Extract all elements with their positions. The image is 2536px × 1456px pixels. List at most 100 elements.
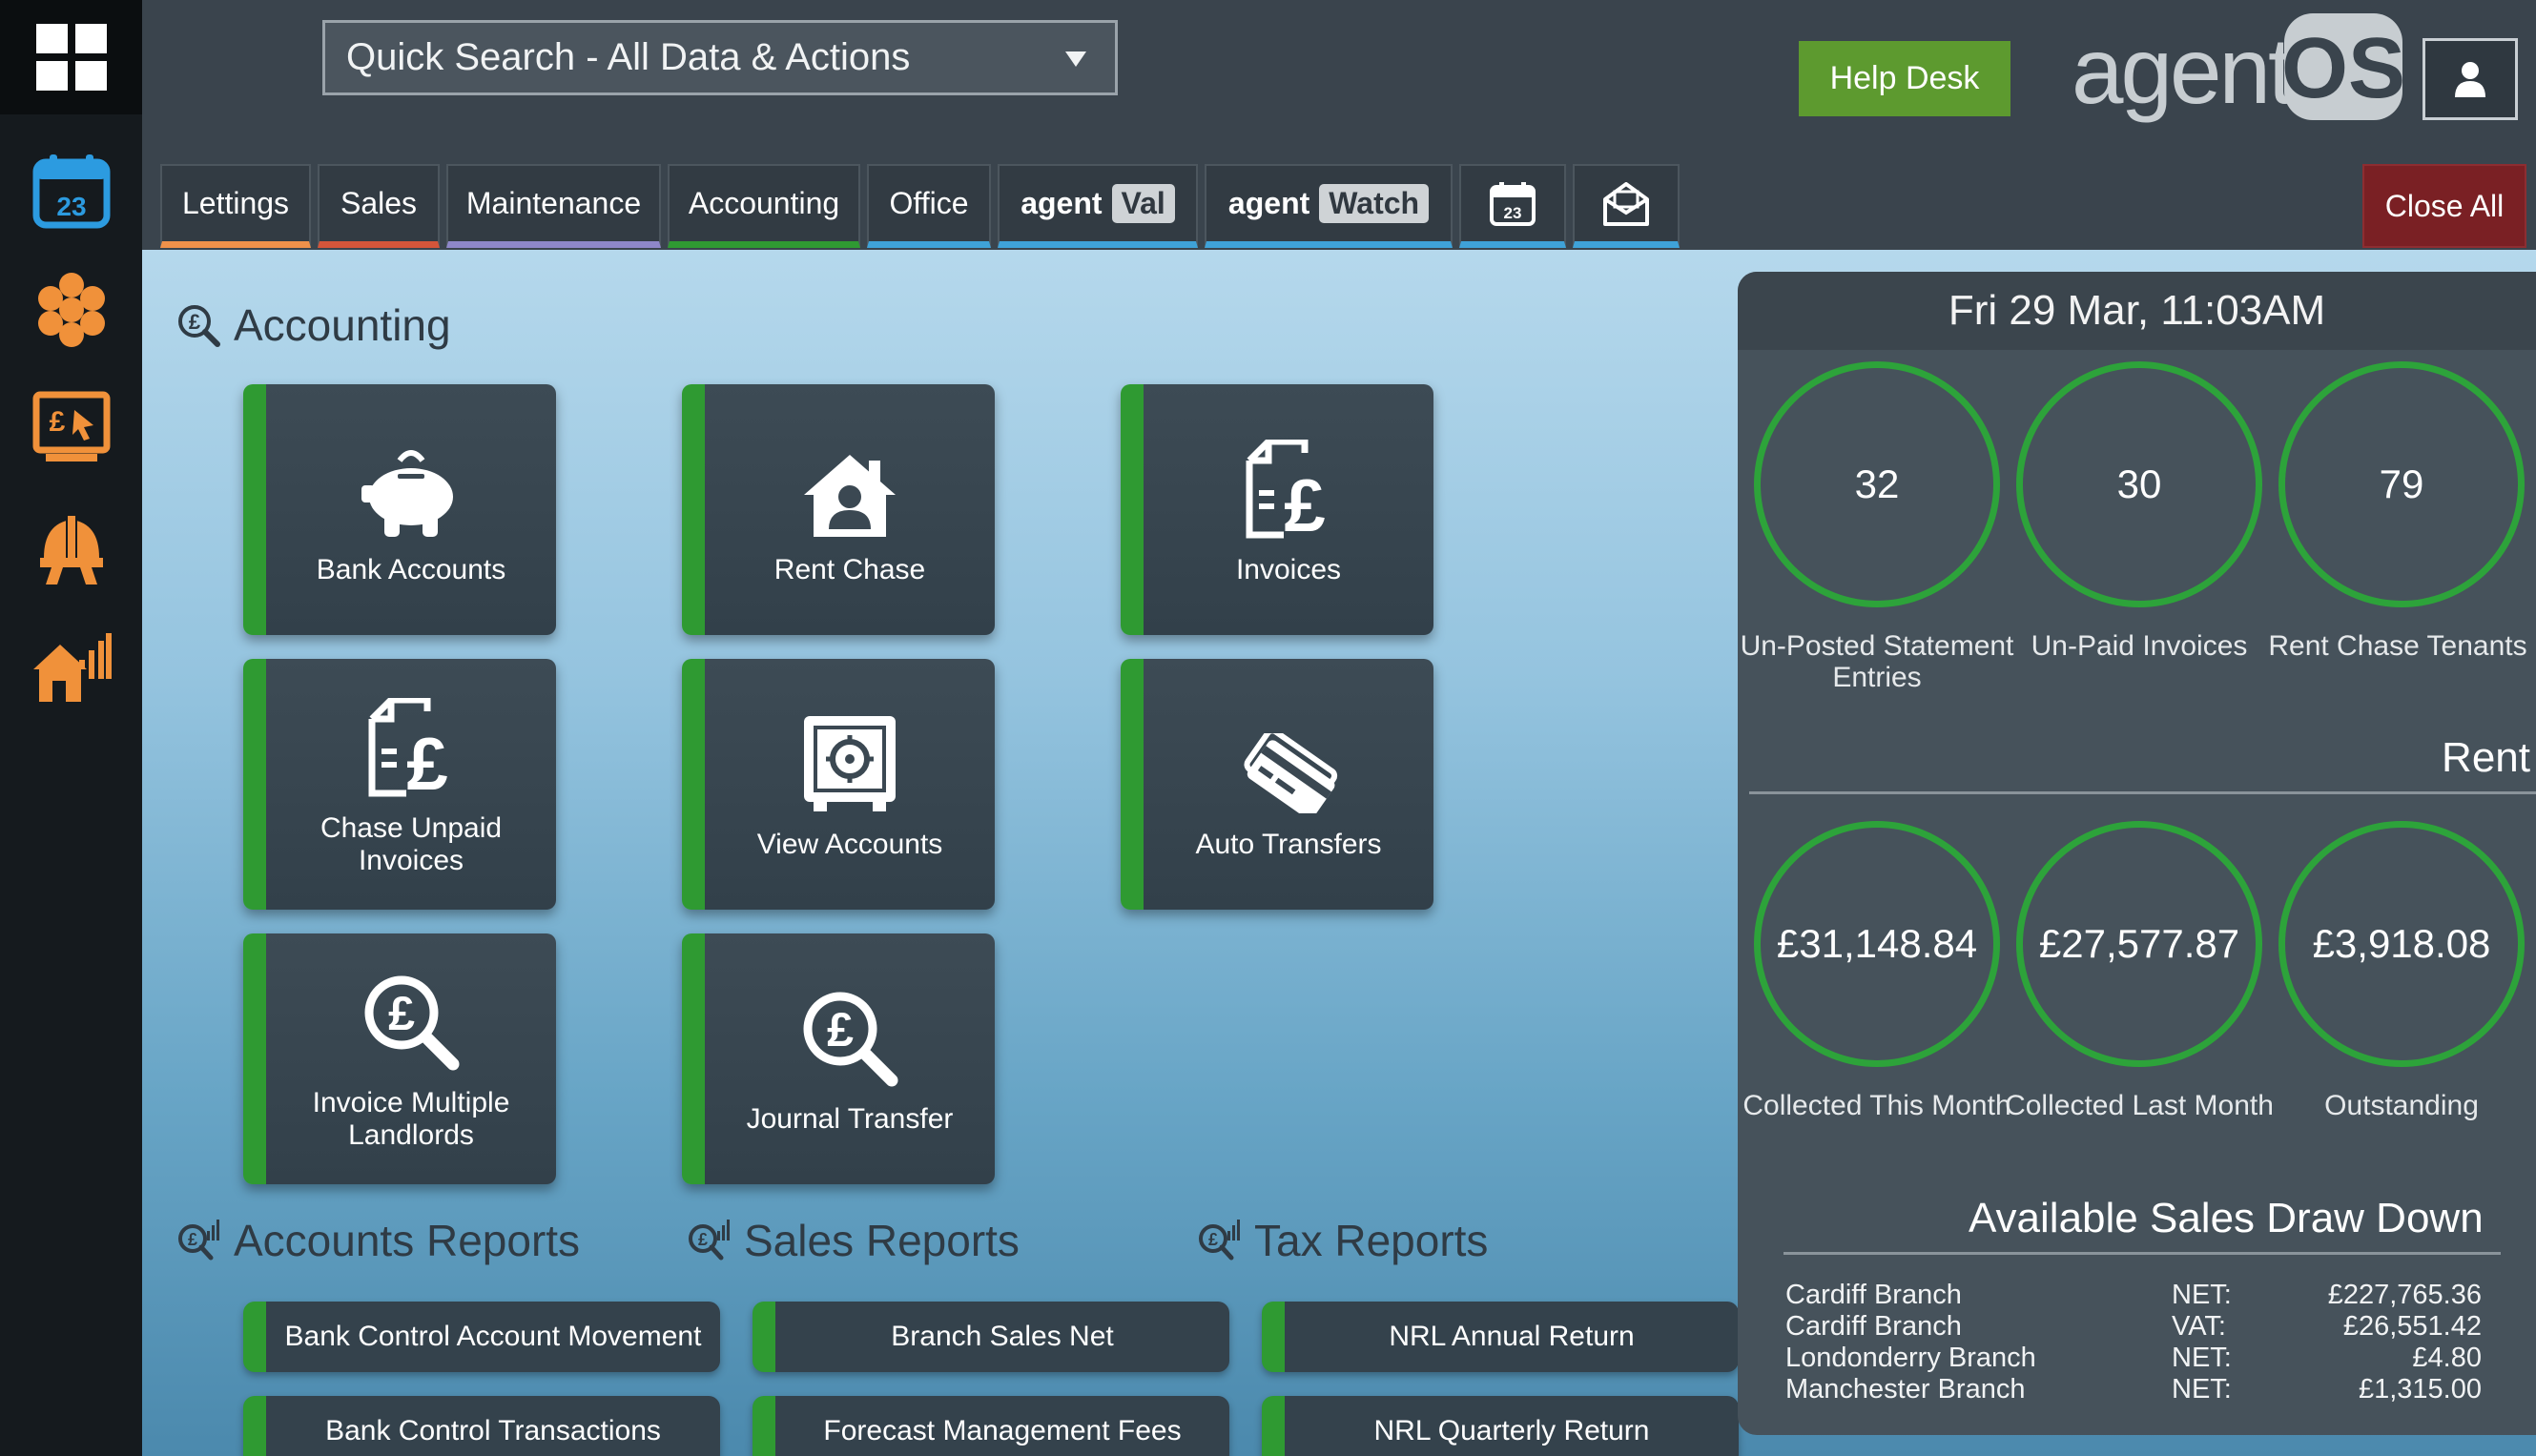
tile-auto-transfers[interactable]: Auto Transfers [1121,659,1433,910]
tab-agent-val-prefix: agent [1021,186,1103,220]
draw-row: Cardiff Branch VAT: £26,551.42 [1785,1311,2482,1343]
rail-calendar-day: 23 [56,192,86,221]
tile-bank-accounts-label: Bank Accounts [316,553,506,585]
tab-lettings[interactable]: Lettings [160,164,311,248]
tax-reports-title: £ Tax Reports [1197,1215,1488,1266]
invoice-pound-icon: £ [1246,439,1326,539]
tile-invoice-multiple-landlords[interactable]: £ Invoice Multiple Landlords [243,933,556,1184]
credit-cards-icon [1244,732,1338,813]
stat-unpaid-ring[interactable]: 30 [2016,361,2262,607]
tab-agent-watch-pill: Watch [1319,184,1430,223]
logo-agent-text: agent [2072,18,2294,123]
invoice-pound-icon: £ [368,697,448,797]
tile-journal-transfer[interactable]: £ Journal Transfer [682,933,995,1184]
rent-collected-last-month-ring[interactable]: £27,577.87 [2016,821,2262,1067]
magnifier-pound-icon: £ [364,975,460,1070]
rent-collected-last-month-label: Collected Last Month [2005,1090,2274,1121]
tile-bank-accounts[interactable]: Bank Accounts [243,384,556,635]
report-label: NRL Quarterly Return [1373,1415,1650,1446]
rent-value: £31,148.84 [1776,921,1978,966]
property-chart-icon [32,633,112,702]
stat-rent-chase-label: Rent Chase Tenants [2268,630,2527,662]
stat-unposted-label: Un-Posted Statement Entries [1740,630,2014,693]
rail-calendar-button[interactable]: 23 [0,138,142,243]
tab-agent-val-pill: Val [1111,184,1175,223]
draw-value: £26,551.42 [2342,1311,2482,1342]
rent-value: £27,577.87 [2038,921,2240,966]
tab-agent-watch[interactable]: agent Watch [1205,164,1453,248]
agentos-logo: agent OS [2072,13,2405,123]
rail-maintenance-button[interactable] [0,496,142,601]
tab-agent-val[interactable]: agent Val [998,164,1198,248]
report-chart-icon: £ [689,1220,730,1261]
rent-collected-this-month-ring[interactable]: £31,148.84 [1754,821,2000,1067]
stat-rent-chase-ring[interactable]: 79 [2278,361,2525,607]
svg-text:£: £ [49,406,65,438]
tab-mail[interactable] [1573,164,1680,248]
tile-rent-chase[interactable]: Rent Chase [682,384,995,635]
rent-collected-this-month-label: Collected This Month [1742,1090,2011,1121]
sales-draw-down-title: Available Sales Draw Down [1969,1195,2484,1241]
report-bank-control-transactions[interactable]: Bank Control Transactions [243,1396,720,1456]
accounting-title-text: Accounting [234,300,451,350]
left-rail: 23 £ [0,0,142,1456]
report-bank-control-account-movement[interactable]: Bank Control Account Movement [243,1302,720,1372]
tile-invoices[interactable]: £ Invoices [1121,384,1433,635]
tile-chase-unpaid-invoices[interactable]: £ Chase Unpaid Invoices [243,659,556,910]
piggy-bank-icon [361,449,453,537]
tile-view-accounts[interactable]: View Accounts [682,659,995,910]
magnifier-pound-icon: £ [178,305,220,347]
draw-branch: Manchester Branch [1785,1374,2026,1405]
apps-grid-button[interactable] [0,0,142,114]
tile-auto-transfers-label: Auto Transfers [1195,828,1382,860]
svg-text:£: £ [188,1230,197,1249]
tax-reports-title-text: Tax Reports [1254,1216,1489,1265]
tile-invoices-label: Invoices [1235,553,1342,585]
draw-type: NET: [2172,1343,2232,1373]
rent-outstanding-ring[interactable]: £3,918.08 [2278,821,2525,1067]
report-nrl-annual-return[interactable]: NRL Annual Return [1262,1302,1739,1372]
report-chart-icon: £ [1199,1220,1240,1261]
stat-unposted-ring[interactable]: 32 [1754,361,2000,607]
report-label: Bank Control Account Movement [284,1321,702,1352]
report-branch-sales-net[interactable]: Branch Sales Net [753,1302,1229,1372]
apps-grid-icon [35,24,107,91]
draw-branch: Cardiff Branch [1785,1280,1962,1310]
rail-accounting-button[interactable]: £ [0,377,142,482]
report-label: Bank Control Transactions [325,1415,661,1446]
quick-search-dropdown[interactable]: Quick Search - All Data & Actions [322,20,1118,95]
dropdown-caret-icon [1065,51,1086,67]
stat-value: 30 [2116,461,2162,506]
svg-text:£: £ [698,1230,708,1249]
close-all-button[interactable]: Close All [2362,164,2526,248]
draw-type: NET: [2172,1280,2232,1310]
rail-honeycomb-button[interactable] [0,257,142,362]
svg-text:£: £ [827,1003,854,1056]
draw-row: Cardiff Branch NET: £227,765.36 [1785,1280,2482,1311]
draw-value: £227,765.36 [2327,1280,2482,1310]
quick-search-label: Quick Search - All Data & Actions [346,36,911,78]
tile-view-accounts-label: View Accounts [756,828,943,860]
rail-property-stats-button[interactable] [0,615,142,720]
calendar-icon: 23 [1490,181,1536,226]
user-icon [2455,62,2485,97]
tab-maintenance[interactable]: Maintenance [446,164,661,248]
svg-text:£: £ [189,310,201,334]
tile-journal-transfer-label: Journal Transfer [746,1102,954,1135]
user-account-button[interactable] [2423,38,2518,120]
tab-calendar[interactable]: 23 [1459,164,1566,248]
draw-branch: Londonderry Branch [1785,1343,2036,1373]
tile-rent-chase-label: Rent Chase [773,553,926,585]
mail-icon [1603,181,1649,226]
tab-office[interactable]: Office [867,164,991,248]
draw-type: NET: [2172,1374,2232,1405]
tab-sales[interactable]: Sales [318,164,440,248]
help-desk-button[interactable]: Help Desk [1799,41,2010,116]
report-nrl-quarterly-return[interactable]: NRL Quarterly Return [1262,1396,1739,1456]
stat-value: 32 [1854,461,1900,506]
rent-value: £3,918.08 [2312,921,2491,966]
report-forecast-management-fees[interactable]: Forecast Management Fees [753,1396,1229,1456]
tab-accounting[interactable]: Accounting [668,164,860,248]
rent-outstanding-label: Outstanding [2324,1090,2479,1121]
accounts-reports-title-text: Accounts Reports [234,1216,581,1265]
